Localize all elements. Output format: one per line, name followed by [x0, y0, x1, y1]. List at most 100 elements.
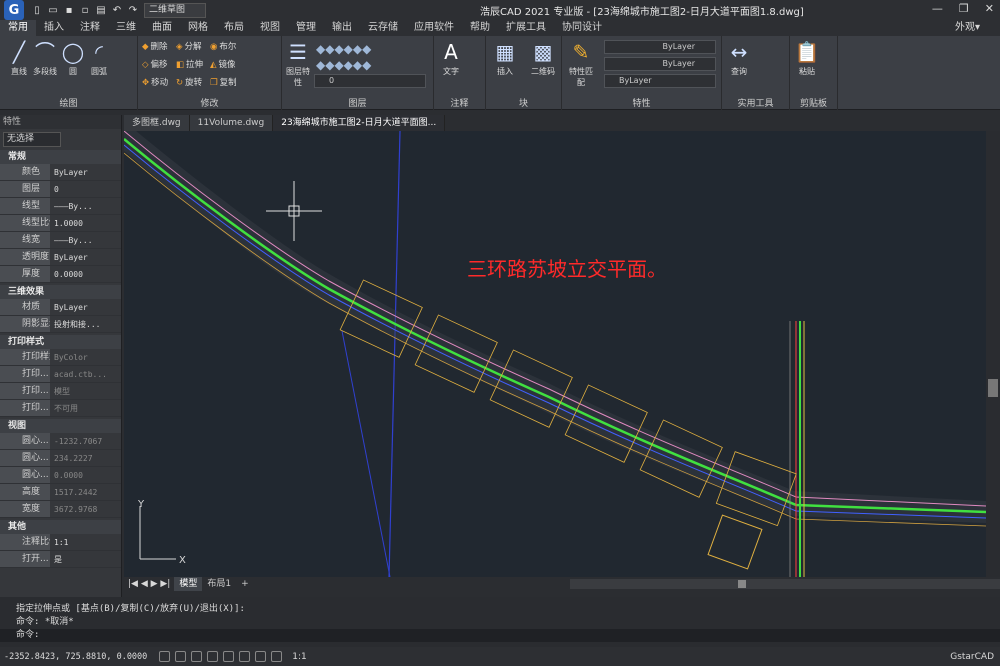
print-icon[interactable]: ▤ — [96, 5, 106, 16]
insert-block-button[interactable]: ▦ 插入 — [490, 38, 520, 77]
property-value[interactable]: 0 — [50, 181, 121, 197]
property-row[interactable]: 打印样式ByColor — [0, 349, 121, 366]
vertical-scrollbar[interactable] — [986, 131, 1000, 577]
property-value[interactable]: 投射和接... — [50, 316, 121, 332]
redo-icon[interactable]: ↷ — [128, 5, 138, 16]
vertical-scroll-thumb[interactable] — [988, 379, 998, 397]
property-value[interactable]: ———By... — [50, 232, 121, 248]
property-row[interactable]: 线型比例1.0000 — [0, 215, 121, 232]
menu-tab[interactable]: 帮助 — [462, 20, 498, 36]
layer-state-icon[interactable]: ◆◆◆◆◆◆ — [316, 58, 371, 72]
qrcode-button[interactable]: ▩ 二维码 — [528, 38, 558, 77]
layout-tab[interactable]: 模型 — [174, 577, 203, 591]
new-file-icon[interactable]: ▯ — [32, 5, 42, 16]
layout-tab[interactable]: + — [236, 577, 254, 591]
menu-tab[interactable]: 常用 — [0, 20, 36, 36]
property-row[interactable]: 打印... acad.ctb... — [0, 366, 121, 383]
tab-nav-icon[interactable]: |◀ ◀ ▶ ▶| — [124, 579, 174, 589]
property-value[interactable]: 0.0000 — [50, 266, 121, 282]
property-section-header[interactable]: 打印样式 — [0, 335, 121, 349]
property-section-header[interactable]: 其他 — [0, 520, 121, 534]
property-value[interactable]: acad.ctb... — [50, 366, 121, 382]
mirror-button[interactable]: ◭ 镜像 — [210, 58, 236, 70]
menu-tab[interactable]: 网格 — [180, 20, 216, 36]
property-value[interactable]: 1.0000 — [50, 215, 121, 231]
move-button[interactable]: ✥ 移动 — [142, 76, 168, 88]
osnap-icon[interactable] — [223, 651, 235, 662]
linetype-select[interactable]: ByLayer — [604, 57, 716, 71]
property-row[interactable]: 注释比例1:1 — [0, 534, 121, 551]
boolean-button[interactable]: ◉ 布尔 — [210, 40, 236, 52]
undo-icon[interactable]: ↶ — [112, 5, 122, 16]
menu-tab[interactable]: 插入 — [36, 20, 72, 36]
otrack-icon[interactable] — [239, 651, 251, 662]
restore-icon[interactable]: ❐ — [959, 2, 969, 15]
horizontal-scrollbar[interactable] — [570, 579, 1000, 589]
property-row[interactable]: 线型 ———By... — [0, 198, 121, 215]
menu-tab[interactable]: 注释 — [72, 20, 108, 36]
menu-tab[interactable]: 管理 — [288, 20, 324, 36]
drawing-canvas[interactable]: Y X 三环路苏坡立交平面。 — [124, 131, 986, 577]
open-file-icon[interactable]: ▭ — [48, 5, 58, 16]
property-row[interactable]: 材质 ByLayer — [0, 299, 121, 316]
menu-tab[interactable]: 应用软件 — [406, 20, 462, 36]
property-value[interactable]: 0.0000 — [50, 467, 121, 483]
property-row[interactable]: 圆心... -1232.7067 — [0, 433, 121, 450]
property-value[interactable]: ———By... — [50, 198, 121, 214]
property-row[interactable]: 阴影显示投射和接... — [0, 316, 121, 333]
command-input[interactable]: 命令: — [0, 629, 1000, 642]
app-logo[interactable]: G — [4, 0, 24, 20]
property-value[interactable]: ByLayer — [50, 249, 121, 265]
property-row[interactable]: 图层 0 — [0, 181, 121, 198]
property-value[interactable]: -1232.7067 — [50, 433, 121, 449]
property-value[interactable]: ByColor — [50, 349, 121, 365]
erase-button[interactable]: ◆ 删除 — [142, 40, 168, 52]
property-section-header[interactable]: 视图 — [0, 419, 121, 433]
current-layer-select[interactable]: 0 — [314, 74, 426, 88]
menu-tab[interactable]: 扩展工具 — [498, 20, 554, 36]
selection-select[interactable]: 无选择 — [3, 132, 61, 147]
polyline-button[interactable]: ⌒ 多段线 — [30, 38, 60, 77]
property-value[interactable]: 1517.2442 — [50, 484, 121, 500]
property-row[interactable]: 圆心... 0.0000 — [0, 467, 121, 484]
arc-button[interactable]: ◜ 圆弧 — [84, 38, 114, 77]
match-properties-button[interactable]: ✎ 特性匹配 — [566, 38, 596, 88]
text-button[interactable]: A 文字 — [436, 38, 466, 77]
rotate-button[interactable]: ↻ 旋转 — [176, 76, 202, 88]
explode-button[interactable]: ◈ 分解 — [176, 40, 202, 52]
color-select[interactable]: ByLayer — [604, 40, 716, 54]
copy-button[interactable]: ❐ 复制 — [210, 76, 237, 88]
property-value[interactable]: ByLayer — [50, 164, 121, 180]
property-value[interactable]: 1:1 — [50, 534, 121, 550]
property-row[interactable]: 线宽 ———By... — [0, 232, 121, 249]
property-value[interactable]: 是 — [50, 551, 121, 567]
layer-properties-button[interactable]: ☰ 图层特性 — [284, 38, 312, 88]
save-as-icon[interactable]: ▫ — [80, 5, 90, 16]
horizontal-scroll-thumb[interactable] — [738, 580, 746, 588]
document-tab[interactable]: 11Volume.dwg — [189, 115, 274, 131]
minimize-icon[interactable]: — — [932, 2, 943, 15]
paste-button[interactable]: 📋 粘贴 — [792, 38, 822, 77]
property-value[interactable]: 3672.9768 — [50, 501, 121, 517]
property-row[interactable]: 透明度 ByLayer — [0, 249, 121, 266]
property-row[interactable]: 颜色 ByLayer — [0, 164, 121, 181]
property-row[interactable]: 打印... 不可用 — [0, 400, 121, 417]
layout-tab[interactable]: 布局1 — [202, 577, 236, 591]
property-row[interactable]: 高度 1517.2442 — [0, 484, 121, 501]
menu-tab[interactable]: 输出 — [324, 20, 360, 36]
annotation-scale[interactable]: 1:1 — [292, 652, 306, 662]
property-section-header[interactable]: 三维效果 — [0, 285, 121, 299]
offset-button[interactable]: ◇ 偏移 — [142, 58, 168, 70]
property-value[interactable]: ByLayer — [50, 299, 121, 315]
menu-tab[interactable]: 布局 — [216, 20, 252, 36]
menu-tab[interactable]: 协同设计 — [554, 20, 610, 36]
property-value[interactable]: 234.2227 — [50, 450, 121, 466]
lineweight-icon[interactable] — [255, 651, 267, 662]
property-row[interactable]: 宽度 3672.9768 — [0, 501, 121, 518]
ortho-icon[interactable] — [191, 651, 203, 662]
workspace-select[interactable]: 二维草图 — [144, 2, 206, 18]
document-tab[interactable]: 多图框.dwg — [124, 115, 190, 131]
property-section-header[interactable]: 常规 — [0, 150, 121, 164]
appearance-menu[interactable]: 外观▾ — [955, 20, 980, 36]
menu-tab[interactable]: 三维 — [108, 20, 144, 36]
